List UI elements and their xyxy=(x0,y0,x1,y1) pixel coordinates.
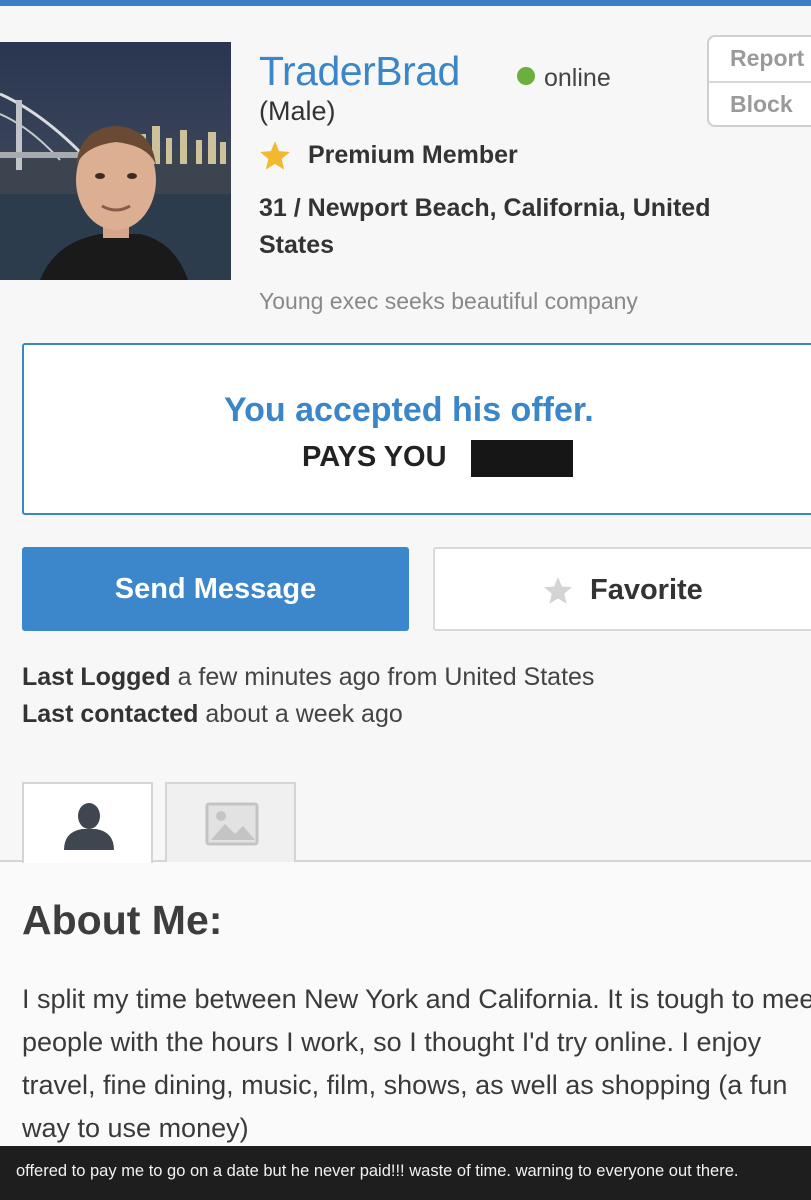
top-accent-bar xyxy=(0,0,811,6)
report-button[interactable]: Report xyxy=(730,45,804,72)
favorite-star-icon xyxy=(544,577,572,604)
last-contacted-label: Last contacted xyxy=(22,700,199,728)
caption-bar: offered to pay me to go on a date but he… xyxy=(0,1146,811,1200)
profile-username: TraderBrad xyxy=(259,48,460,94)
about-heading: About Me: xyxy=(22,897,223,943)
tab-photos[interactable] xyxy=(165,782,296,862)
profile-photo[interactable] xyxy=(0,42,231,280)
report-block-menu: Report Block xyxy=(707,35,811,127)
profile-gender: (Male) xyxy=(259,96,336,126)
premium-star-icon xyxy=(260,141,290,170)
offer-panel: You accepted his offer. PAYS YOU xyxy=(22,343,811,515)
block-button[interactable]: Block xyxy=(730,91,793,118)
redacted-amount xyxy=(471,440,573,477)
caption-text: offered to pay me to go on a date but he… xyxy=(16,1162,739,1180)
tab-profile[interactable] xyxy=(22,782,153,863)
favorite-button[interactable]: Favorite xyxy=(433,547,811,631)
user-silhouette-icon xyxy=(64,803,114,850)
favorite-label: Favorite xyxy=(590,574,703,606)
last-logged-label: Last Logged xyxy=(22,663,171,691)
online-status-icon xyxy=(517,67,535,85)
image-icon xyxy=(205,802,259,846)
send-message-button[interactable]: Send Message xyxy=(22,547,409,631)
offer-pays-label: PAYS YOU xyxy=(302,441,447,473)
profile-photo-image xyxy=(0,42,231,280)
last-contacted-line: Last contacted about a week ago xyxy=(22,700,403,729)
last-contacted-value: about a week ago xyxy=(205,700,403,728)
online-status-label: online xyxy=(544,64,611,92)
membership-label: Premium Member xyxy=(308,141,518,169)
last-logged-value: a few minutes ago from United States xyxy=(177,663,595,691)
profile-location: 31 / Newport Beach, California, United S… xyxy=(259,194,711,259)
menu-divider xyxy=(709,81,811,83)
last-logged-line: Last Logged a few minutes ago from Unite… xyxy=(22,663,594,692)
offer-status-text: You accepted his offer. xyxy=(224,391,594,429)
about-text: I split my time between New York and Cal… xyxy=(22,984,811,1143)
profile-tagline: Young exec seeks beautiful company xyxy=(259,288,638,314)
